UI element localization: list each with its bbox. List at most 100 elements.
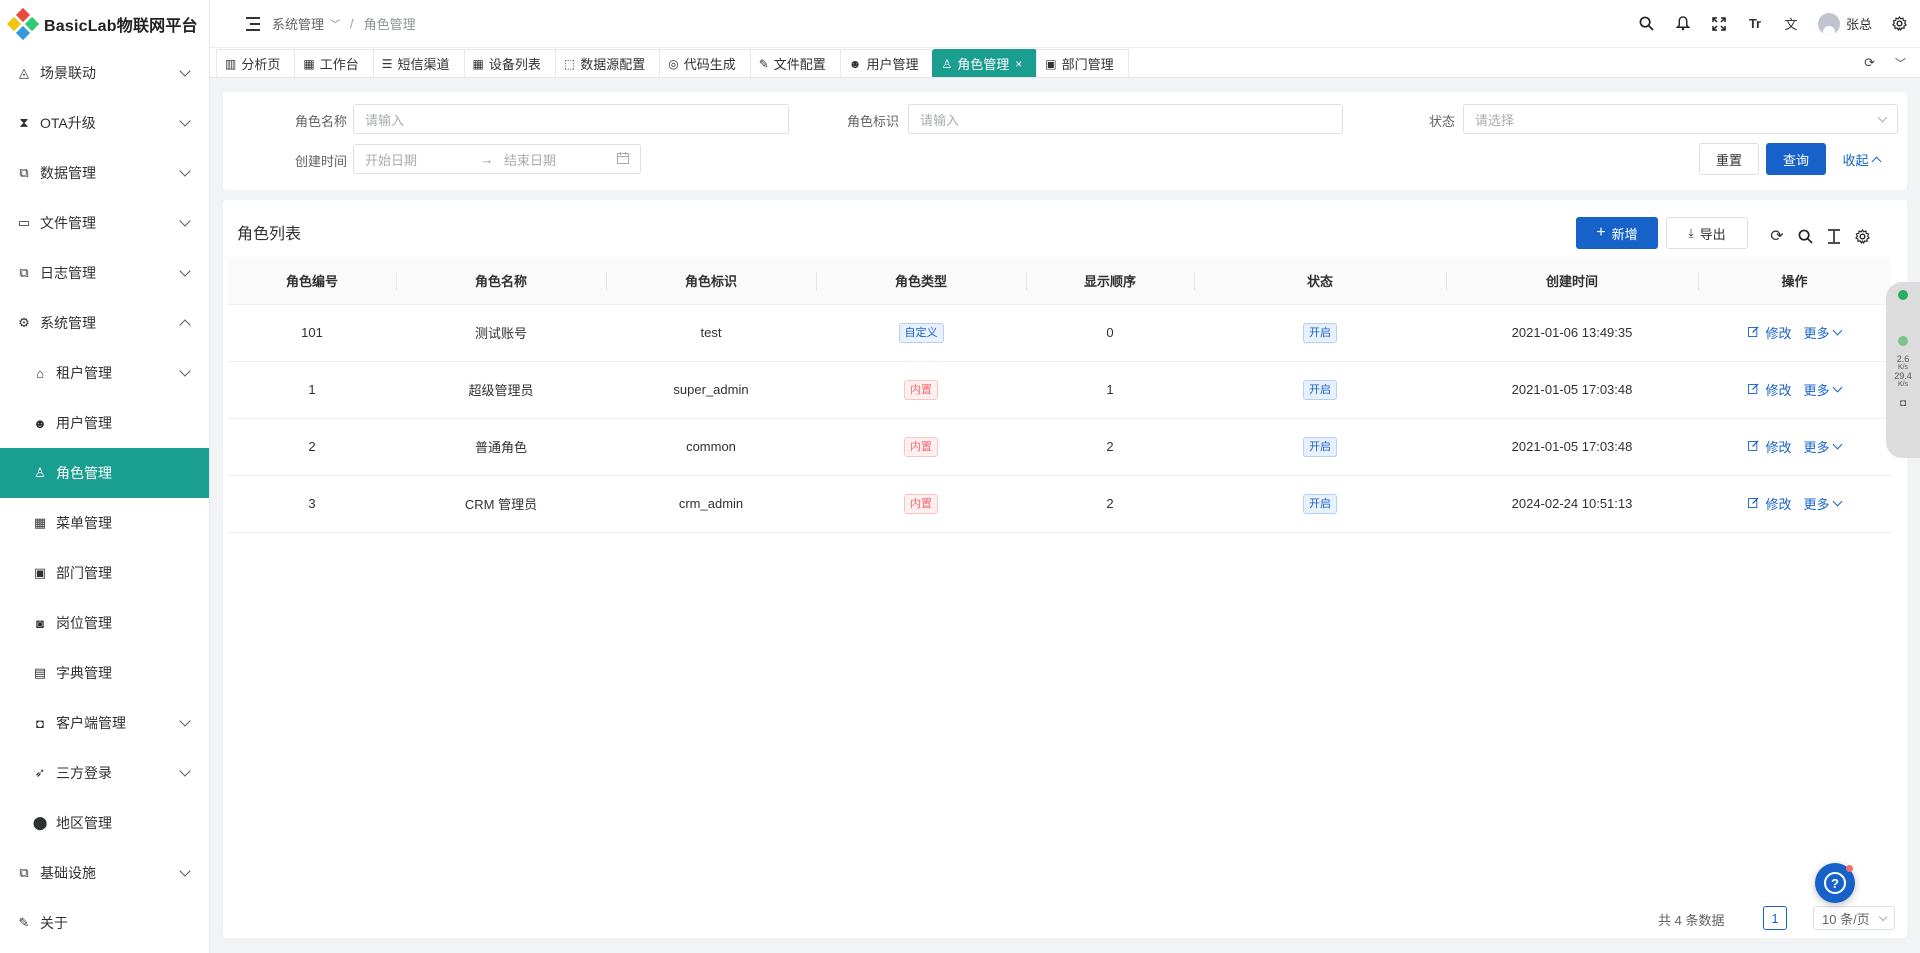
status-select[interactable]: 请选择 [1463, 104, 1898, 134]
font-size-icon[interactable]: Tr [1746, 15, 1764, 33]
tab-9[interactable]: ▣ 部门管理 [1036, 49, 1129, 77]
chevron-down-icon[interactable] [1832, 439, 1842, 450]
pagination-page-1[interactable]: 1 [1763, 906, 1787, 930]
edit-link[interactable]: 修改 [1765, 323, 1791, 342]
tab-icon: ▦ [303, 56, 315, 71]
sidebar-item-17[interactable]: ✎ 关于 [0, 898, 209, 948]
column-header: 创建时间 [1446, 258, 1698, 305]
sidebar-item-9[interactable]: ▦ 菜单管理 [0, 498, 209, 548]
status-cell: 开启 [1194, 304, 1446, 362]
sidebar-item-11[interactable]: ◙ 岗位管理 [0, 598, 209, 648]
plus-icon: + [1596, 224, 1606, 241]
role-name-cell: CRM 管理员 [396, 475, 606, 533]
collapse-button[interactable]: 收起 [1835, 143, 1887, 175]
created-time-cell: 2024-02-24 10:51:13 [1446, 475, 1698, 533]
fullscreen-icon[interactable] [1710, 15, 1728, 33]
edit-icon[interactable] [1748, 382, 1760, 397]
edit-icon[interactable] [1748, 325, 1760, 340]
column-height-icon[interactable] [1824, 226, 1844, 246]
user-menu[interactable]: 张总 [1817, 12, 1872, 35]
sidebar-item-1[interactable]: ⧗ OTA升级 [0, 98, 209, 148]
more-link[interactable]: 更多 [1804, 323, 1830, 342]
tab-6[interactable]: ✎ 文件配置 [749, 49, 841, 77]
menu-fold-icon[interactable] [242, 16, 260, 31]
more-link[interactable]: 更多 [1804, 494, 1830, 513]
page-size-value: 10 条/页 [1822, 911, 1870, 927]
chevron-down-icon[interactable]: ﹀ [1895, 55, 1906, 71]
sidebar-item-label: 菜单管理 [56, 515, 112, 531]
sidebar-item-15[interactable]: ⬤ 地区管理 [0, 798, 209, 848]
chevron-down-icon[interactable] [1832, 496, 1842, 507]
refresh-icon[interactable]: ⟳ [1767, 226, 1787, 246]
sidebar-item-12[interactable]: ▤ 字典管理 [0, 648, 209, 698]
logo[interactable]: BasicLab物联网平台 [0, 0, 209, 48]
sidebar-item-16[interactable]: ⧉ 基础设施 [0, 848, 209, 898]
collapse-label: 收起 [1842, 152, 1869, 168]
sidebar-item-3[interactable]: ▭ 文件管理 [0, 198, 209, 248]
edit-icon[interactable] [1748, 496, 1760, 511]
more-link[interactable]: 更多 [1804, 437, 1830, 456]
chevron-down-icon[interactable] [1832, 382, 1842, 393]
tab-2[interactable]: ☰ 短信渠道 [372, 49, 465, 77]
role-name-input[interactable]: 请输入 [353, 104, 789, 134]
tab-label: 设备列表 [488, 57, 541, 72]
role-key-input[interactable]: 请输入 [908, 104, 1343, 134]
close-icon[interactable]: × [1015, 57, 1022, 71]
role-list-panel: 角色列表 + 新增 ⤓ 导出 ⟳ 角色编号 角色名称 角色标识 角色类型 显示顺序 状态创… [223, 200, 1907, 938]
tab-tools: ⟳ ﹀ [1864, 49, 1920, 77]
role-type-tag: 内置 [904, 493, 938, 514]
edit-icon[interactable] [1748, 439, 1760, 454]
export-button[interactable]: ⤓ 导出 [1666, 217, 1748, 249]
edit-link[interactable]: 修改 [1765, 494, 1791, 513]
tab-1[interactable]: ▦ 工作台 [294, 49, 374, 77]
tab-5[interactable]: ◎ 代码生成 [659, 49, 751, 77]
help-button[interactable]: ? [1815, 863, 1855, 903]
sidebar-item-5[interactable]: ⚙ 系统管理 [0, 298, 209, 348]
add-button[interactable]: + 新增 [1576, 217, 1658, 249]
sidebar-item-4[interactable]: ⧉ 日志管理 [0, 248, 209, 298]
sidebar-item-7[interactable]: ☻ 用户管理 [0, 398, 209, 448]
tab-3[interactable]: ▦ 设备列表 [463, 49, 556, 77]
page-size-select[interactable]: 10 条/页 [1813, 906, 1895, 930]
chevron-down-icon[interactable] [1832, 325, 1842, 336]
tab-8[interactable]: ♙ 角色管理 × [932, 49, 1038, 77]
settings-icon[interactable] [1852, 226, 1872, 246]
gear-icon[interactable] [1890, 15, 1908, 33]
logo-mark-icon [6, 7, 40, 41]
sidebar-item-label: 基础设施 [40, 865, 96, 881]
more-link[interactable]: 更多 [1804, 380, 1830, 399]
search-icon[interactable] [1795, 226, 1815, 246]
tab-7[interactable]: ☻ 用户管理 [839, 49, 934, 77]
edit-link[interactable]: 修改 [1765, 380, 1791, 399]
translate-icon[interactable]: 文 [1782, 15, 1800, 33]
tab-0[interactable]: ▥ 分析页 [216, 49, 296, 77]
search-icon[interactable] [1638, 15, 1656, 33]
sidebar-item-10[interactable]: ▣ 部门管理 [0, 548, 209, 598]
status-placeholder: 请选择 [1475, 112, 1515, 128]
sidebar-item-8[interactable]: ♙ 角色管理 [0, 448, 209, 498]
actions-cell: 修改 更多 [1698, 361, 1891, 419]
status-cell: 开启 [1194, 418, 1446, 476]
tab-label: 数据源配置 [580, 57, 646, 72]
table-row: 2 普通角色 common 内置 2 开启 2021-01-05 17:03:48 修改 更多 [228, 418, 1891, 476]
reset-button[interactable]: 重置 [1699, 143, 1759, 175]
client-icon: ◘ [36, 715, 44, 731]
sidebar-item-label: OTA升级 [40, 115, 96, 131]
bell-icon[interactable] [1674, 15, 1692, 33]
sidebar-item-13[interactable]: ◘ 客户端管理 [0, 698, 209, 748]
date-range-picker[interactable]: 开始日期 → 结束日期 [353, 144, 641, 174]
status-dot-icon [1898, 290, 1908, 300]
breadcrumb-item-system[interactable]: 系统管理 [272, 14, 324, 33]
network-speed-widget[interactable]: 2.6 K/s 29.4 K/s ◘ [1886, 282, 1920, 458]
upload-speed: 2.6 [1896, 354, 1910, 364]
chevron-down-icon [1877, 112, 1888, 122]
sidebar-item-14[interactable]: ➶ 三方登录 [0, 748, 209, 798]
refresh-icon[interactable]: ⟳ [1864, 55, 1875, 71]
query-button[interactable]: 查询 [1766, 143, 1826, 175]
sidebar-item-0[interactable]: ◬ 场景联动 [0, 48, 209, 98]
tab-4[interactable]: ⬚ 数据源配置 [554, 49, 661, 77]
sidebar-item-6[interactable]: ⌂ 租户管理 [0, 348, 209, 398]
sidebar-item-2[interactable]: ⧉ 数据管理 [0, 148, 209, 198]
role-type-cell: 内置 [816, 475, 1026, 533]
edit-link[interactable]: 修改 [1765, 437, 1791, 456]
